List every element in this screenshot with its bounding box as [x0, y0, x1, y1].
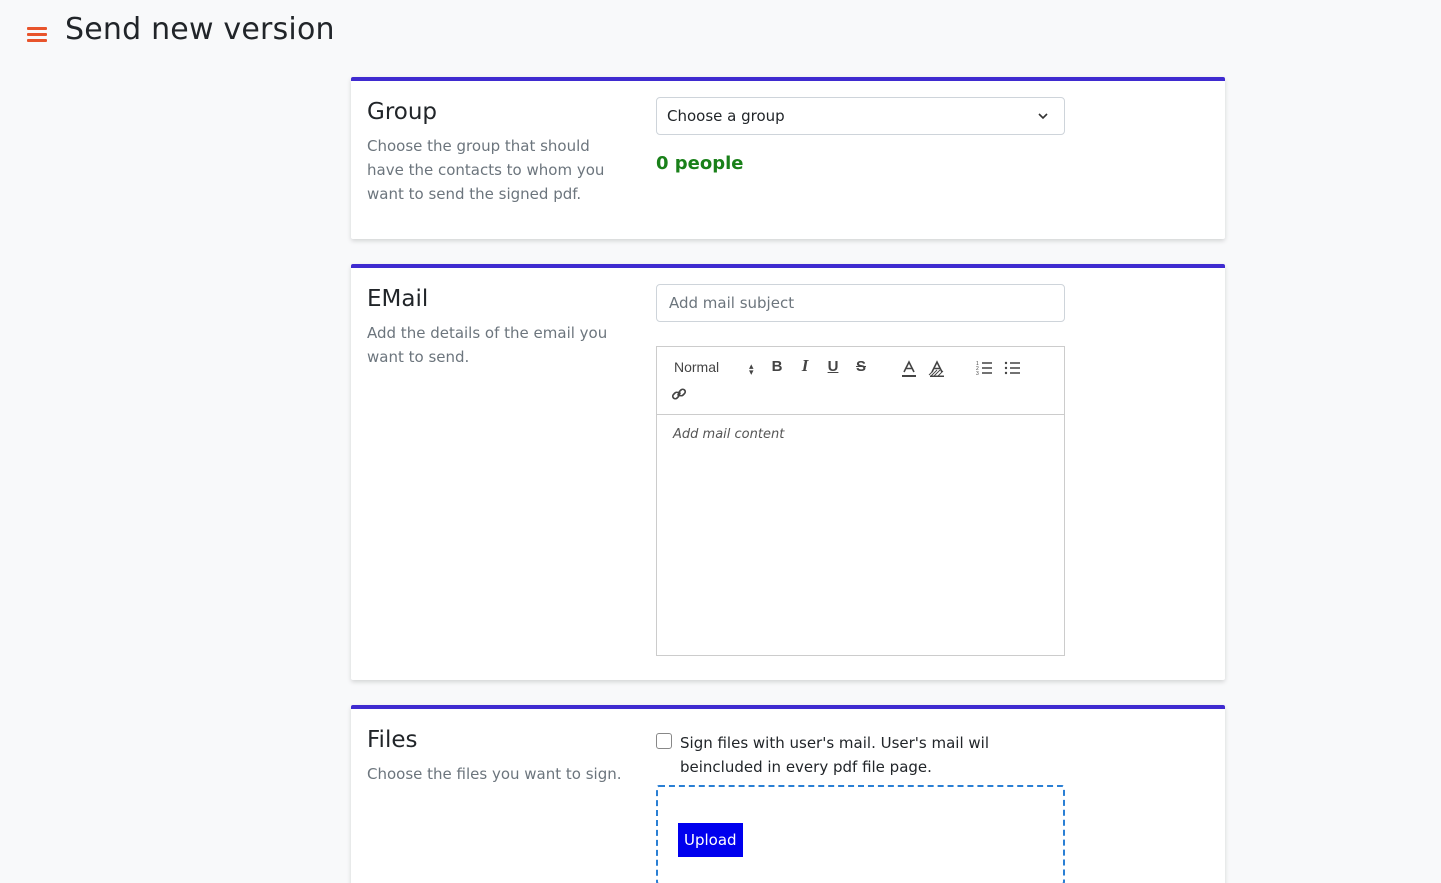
files-title: Files	[367, 727, 418, 753]
hamburger-menu-icon[interactable]	[27, 27, 47, 43]
italic-icon[interactable]: I	[796, 356, 814, 376]
page-title: Send new version	[65, 12, 335, 47]
svg-text:3: 3	[976, 371, 979, 376]
strikethrough-icon[interactable]: S	[852, 358, 870, 375]
underline-icon[interactable]: U	[824, 358, 842, 375]
bullet-list-icon[interactable]	[1004, 360, 1022, 376]
background-color-icon[interactable]	[928, 360, 946, 378]
editor-toolbar: Normal ▴ ▾ B I U S 1 2 3	[657, 347, 1064, 415]
files-description: Choose the files you want to sign.	[367, 765, 622, 783]
people-count: 0 people	[656, 153, 744, 174]
sign-with-mail-checkbox[interactable]	[656, 733, 672, 749]
ordered-list-icon[interactable]: 1 2 3	[976, 360, 994, 376]
top-bar: Send new version	[0, 0, 1441, 70]
upload-button[interactable]: Upload	[678, 823, 743, 857]
heading-select[interactable]: Normal	[674, 359, 719, 375]
file-dropzone[interactable]: Upload	[656, 785, 1065, 883]
group-description: Choose the group that should have the co…	[367, 137, 605, 203]
mail-subject-input[interactable]	[656, 284, 1065, 322]
link-icon[interactable]	[671, 386, 687, 402]
email-title: EMail	[367, 286, 429, 312]
group-select[interactable]: Choose a group	[656, 97, 1065, 135]
heading-select-arrows-icon: ▴ ▾	[749, 361, 754, 377]
group-card: Group Choose the group that should have …	[351, 77, 1225, 239]
mail-content-editor[interactable]: Add mail content	[657, 415, 1064, 655]
chevron-down-icon	[1038, 113, 1048, 120]
group-title: Group	[367, 99, 438, 125]
files-card: Files Choose the files you want to sign.…	[351, 705, 1225, 883]
email-description: Add the details of the email you want to…	[367, 324, 608, 366]
group-select-value: Choose a group	[667, 107, 785, 125]
email-card: EMail Add the details of the email you w…	[351, 264, 1225, 680]
mail-content-placeholder: Add mail content	[673, 427, 785, 442]
bold-icon[interactable]: B	[768, 358, 786, 375]
sign-with-mail-label[interactable]: Sign files with user's mail. User's mail…	[680, 731, 1076, 779]
rich-text-editor: Normal ▴ ▾ B I U S 1 2 3 Add mail conten…	[656, 346, 1065, 656]
text-color-icon[interactable]	[900, 360, 918, 378]
